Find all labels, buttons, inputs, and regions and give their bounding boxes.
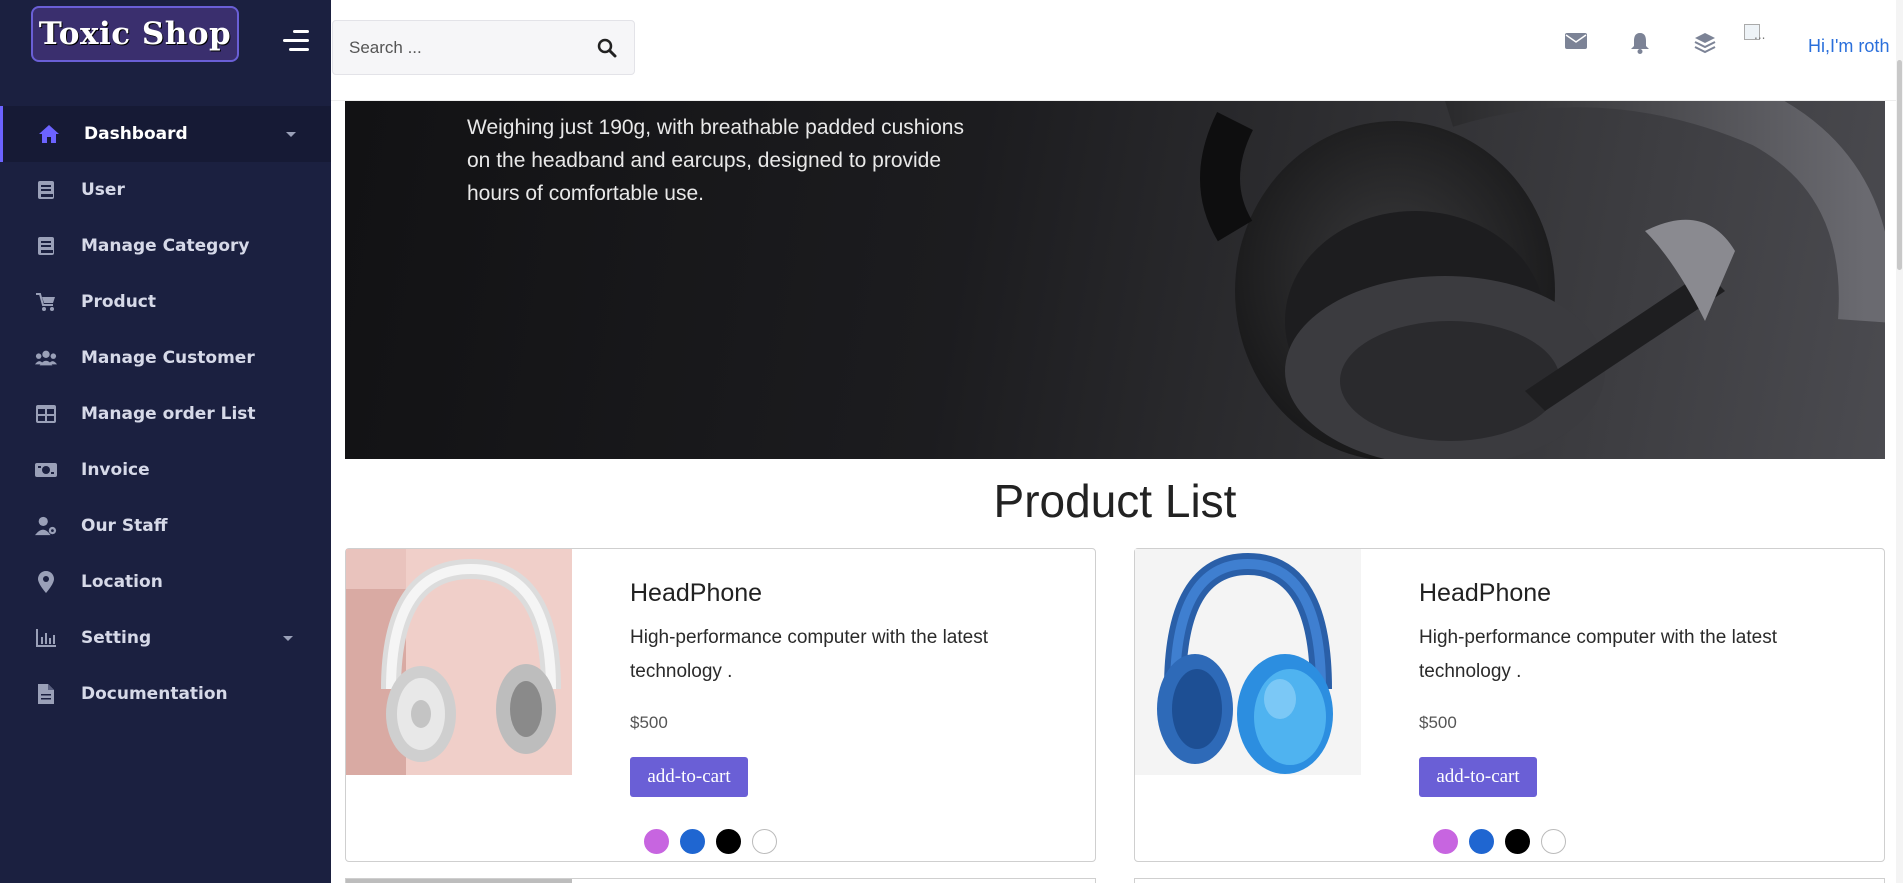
product-description: High-performance computer with the lates… <box>630 627 988 682</box>
sidebar-item-location[interactable]: Location <box>0 554 331 610</box>
product-image[interactable] <box>1135 549 1361 775</box>
product-description: High-performance computer with the lates… <box>1419 627 1777 682</box>
menu-toggle-icon[interactable] <box>281 30 309 52</box>
sidebar: Toxic Shop Dashboard User Manage Categor… <box>0 0 331 883</box>
product-card-partial <box>345 878 1096 883</box>
sidebar-item-label: Documentation <box>81 684 228 704</box>
color-swatch-blue[interactable] <box>1469 829 1494 854</box>
bell-icon[interactable] <box>1630 32 1654 56</box>
product-price: $500 <box>630 713 668 732</box>
sidebar-item-invoice[interactable]: Invoice <box>0 442 331 498</box>
color-swatch-white[interactable] <box>1541 829 1566 854</box>
product-title: HeadPhone <box>1419 579 1552 607</box>
sidebar-item-label: Our Staff <box>81 516 168 536</box>
sidebar-item-dashboard[interactable]: Dashboard <box>0 106 331 162</box>
add-to-cart-button[interactable]: add-to-cart <box>630 757 748 797</box>
sidebar-item-manage-customer[interactable]: Manage Customer <box>0 330 331 386</box>
color-swatches <box>1433 829 1566 854</box>
color-swatches <box>644 829 777 854</box>
sidebar-item-label: Manage order List <box>81 404 256 424</box>
users-icon <box>35 347 57 369</box>
map-pin-icon <box>35 571 57 593</box>
chevron-down-icon <box>286 131 296 137</box>
logo[interactable]: Toxic Shop <box>31 6 239 62</box>
product-title: HeadPhone <box>630 579 763 607</box>
user-greeting-link[interactable]: Hi,I'm roth <box>1808 36 1889 57</box>
avatar[interactable]: ... <box>1744 24 1782 46</box>
sidebar-item-documentation[interactable]: Documentation <box>0 666 331 722</box>
sidebar-nav: Dashboard User Manage Category Product M… <box>0 106 331 722</box>
headphone-image <box>1200 101 1885 459</box>
color-swatch-purple[interactable] <box>644 829 669 854</box>
sidebar-item-label: Dashboard <box>84 124 188 144</box>
product-image[interactable] <box>346 549 572 775</box>
page-scrollbar[interactable] <box>1896 0 1903 883</box>
sidebar-item-label: Product <box>81 292 156 312</box>
sidebar-item-product[interactable]: Product <box>0 274 331 330</box>
add-to-cart-button[interactable]: add-to-cart <box>1419 757 1537 797</box>
table-icon <box>35 403 57 425</box>
sidebar-item-label: User <box>81 180 125 200</box>
color-swatch-black[interactable] <box>1505 829 1530 854</box>
logo-text: Toxic Shop <box>38 16 232 52</box>
banner-text: Weighing just 190g, with breathable padd… <box>467 116 964 205</box>
search-box <box>332 20 635 75</box>
product-card: HeadPhone High-performance computer with… <box>345 548 1096 862</box>
envelope-icon[interactable] <box>1565 32 1589 56</box>
scrollbar-thumb[interactable] <box>1897 60 1902 270</box>
sidebar-item-setting[interactable]: Setting <box>0 610 331 666</box>
product-price: $500 <box>1419 713 1457 732</box>
money-icon <box>35 459 57 481</box>
color-swatch-blue[interactable] <box>680 829 705 854</box>
hero-banner: Weighing just 190g, with breathable padd… <box>345 101 1885 459</box>
sidebar-item-manage-order-list[interactable]: Manage order List <box>0 386 331 442</box>
chevron-down-icon <box>283 635 293 641</box>
color-swatch-white[interactable] <box>752 829 777 854</box>
layers-icon[interactable] <box>1694 32 1718 56</box>
sidebar-item-label: Manage Customer <box>81 348 255 368</box>
home-icon <box>38 123 60 145</box>
product-card: HeadPhone High-performance computer with… <box>1134 548 1885 862</box>
search-icon[interactable] <box>597 38 619 60</box>
book-icon <box>35 179 57 201</box>
file-icon <box>35 683 57 705</box>
cart-icon <box>35 291 57 313</box>
color-swatch-purple[interactable] <box>1433 829 1458 854</box>
user-gear-icon <box>35 515 57 537</box>
section-title: Product List <box>993 475 1237 527</box>
book-icon <box>35 235 57 257</box>
color-swatch-black[interactable] <box>716 829 741 854</box>
sidebar-item-our-staff[interactable]: Our Staff <box>0 498 331 554</box>
product-card-partial <box>1134 878 1885 883</box>
sidebar-item-label: Manage Category <box>81 236 250 256</box>
sidebar-item-manage-category[interactable]: Manage Category <box>0 218 331 274</box>
search-input[interactable] <box>349 37 579 59</box>
sidebar-item-label: Location <box>81 572 163 592</box>
bar-chart-icon <box>35 627 57 649</box>
sidebar-item-label: Setting <box>81 628 152 648</box>
top-header: ... Hi,I'm roth <box>331 0 1903 101</box>
sidebar-item-label: Invoice <box>81 460 150 480</box>
sidebar-item-user[interactable]: User <box>0 162 331 218</box>
